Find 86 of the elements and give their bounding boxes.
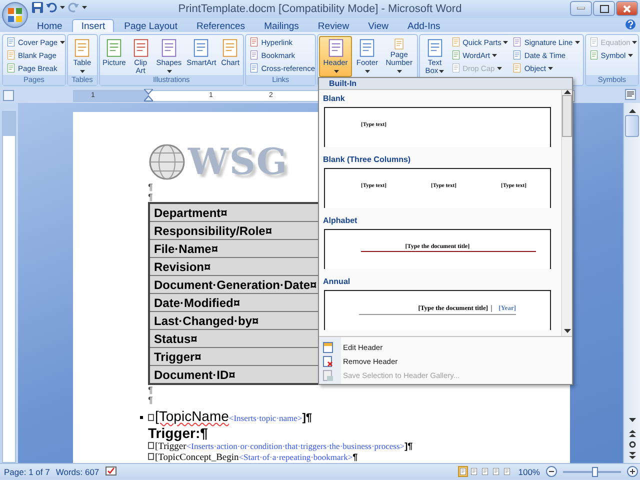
- page-icon: [459, 467, 468, 476]
- paragraph-mark: ¶: [148, 395, 153, 405]
- paragraph-mark: ¶: [148, 385, 153, 395]
- caret-icon: [60, 6, 65, 9]
- restore-icon: [600, 4, 608, 12]
- globe-icon: [149, 144, 185, 180]
- section-heading: Trigger:¶: [148, 424, 208, 440]
- undo-icon[interactable]: [46, 2, 57, 13]
- office-orb-button[interactable]: [2, 2, 28, 28]
- minus-icon: [549, 471, 554, 472]
- view-button[interactable]: [469, 466, 480, 477]
- document-text: [TopicConcept_Begin<Start·of·a·repeating·bookmark>¶: [155, 451, 358, 463]
- browse-object-icon[interactable]: [628, 441, 636, 448]
- view-button[interactable]: [458, 466, 468, 477]
- page-icon: [6, 37, 16, 47]
- plus-icon: [630, 469, 635, 474]
- view-button[interactable]: [480, 466, 490, 477]
- zoom-out-button[interactable]: [546, 466, 557, 477]
- next-page-icon[interactable]: [628, 452, 636, 459]
- ribbon-tab[interactable]: View: [359, 19, 398, 32]
- page-icon: [481, 467, 490, 476]
- ribbon-tab[interactable]: Insert: [72, 19, 114, 32]
- document-text: [Trigger<Inserts·action·or·condition·that·triggers·the·business·process>]¶: [155, 440, 413, 452]
- gallery-section-title: Built-In: [329, 79, 357, 88]
- template-name: Blank: [323, 94, 345, 103]
- paragraph-mark: ¶: [148, 192, 153, 202]
- page-icon: [470, 467, 478, 476]
- slider-thumb[interactable]: [592, 466, 598, 476]
- page-icon: [323, 356, 333, 366]
- ribbon-tab[interactable]: Add-Ins: [398, 19, 450, 32]
- page-icon: [588, 50, 599, 60]
- page-icon: [512, 50, 522, 60]
- zoom-level[interactable]: 100%: [518, 466, 540, 476]
- page-count[interactable]: Page: 1 of 7: [4, 466, 50, 476]
- template-name: Blank (Three Columns): [323, 155, 411, 164]
- page-icon: [323, 370, 333, 380]
- bookmark-marker-icon: [148, 453, 154, 460]
- view-button[interactable]: [502, 466, 512, 477]
- bookmark-marker-icon: [148, 414, 154, 420]
- ribbon-tab[interactable]: Mailings: [255, 19, 308, 32]
- ribbon-tab[interactable]: Review: [308, 19, 358, 32]
- bookmark-marker-icon: [148, 442, 154, 449]
- document-text: [TopicName<Inserts·topic·name>]¶: [155, 408, 312, 426]
- close-icon: [623, 4, 631, 12]
- previous-page-icon[interactable]: [628, 430, 636, 437]
- scroll-down-icon[interactable]: [628, 418, 636, 422]
- tab-selector-button[interactable]: [3, 90, 14, 100]
- paragraph-mark: ¶: [148, 182, 153, 192]
- caret-icon: [82, 6, 87, 9]
- bullet-icon: [140, 416, 143, 419]
- ribbon-tab[interactable]: References: [187, 19, 254, 32]
- page-icon: [492, 467, 500, 476]
- scroll-thumb[interactable]: [625, 115, 639, 137]
- template-name: Annual: [323, 277, 350, 286]
- page-icon: [249, 37, 260, 47]
- maximize-button[interactable]: [593, 1, 615, 16]
- close-button[interactable]: [616, 1, 638, 16]
- window-title: PrintTemplate.docm [Compatibility Mode] - Microsoft Word: [178, 3, 462, 15]
- minimize-icon: [577, 7, 585, 10]
- page-icon: [249, 63, 260, 73]
- logo-text: WSG: [188, 141, 288, 183]
- ribbon-tab[interactable]: Home: [28, 19, 72, 32]
- save-icon[interactable]: [32, 2, 43, 13]
- proofing-icon[interactable]: [105, 466, 118, 477]
- scroll-thumb[interactable]: [562, 95, 572, 137]
- page-icon: [6, 50, 16, 60]
- word-count[interactable]: Words: 607: [56, 466, 100, 476]
- ribbon-tab[interactable]: Page Layout: [115, 19, 186, 32]
- view-button[interactable]: [491, 466, 502, 477]
- page-icon: [450, 37, 461, 47]
- page-icon: [512, 63, 522, 73]
- help-icon[interactable]: [625, 19, 636, 30]
- page-icon: [588, 37, 599, 47]
- page-icon: [450, 50, 461, 60]
- page-icon: [512, 37, 522, 47]
- indent-marker-icon[interactable]: [144, 89, 153, 102]
- page-icon: [503, 467, 512, 476]
- page-icon: [323, 342, 333, 352]
- page-icon: [249, 50, 260, 60]
- scroll-down-icon[interactable]: [564, 329, 570, 333]
- page-icon: [450, 63, 461, 73]
- office-logo-icon: [8, 8, 22, 22]
- view-ruler-icon[interactable]: [625, 89, 636, 100]
- page-icon: [6, 63, 16, 73]
- zoom-in-button[interactable]: [627, 466, 638, 477]
- scroll-up-icon[interactable]: [628, 109, 636, 113]
